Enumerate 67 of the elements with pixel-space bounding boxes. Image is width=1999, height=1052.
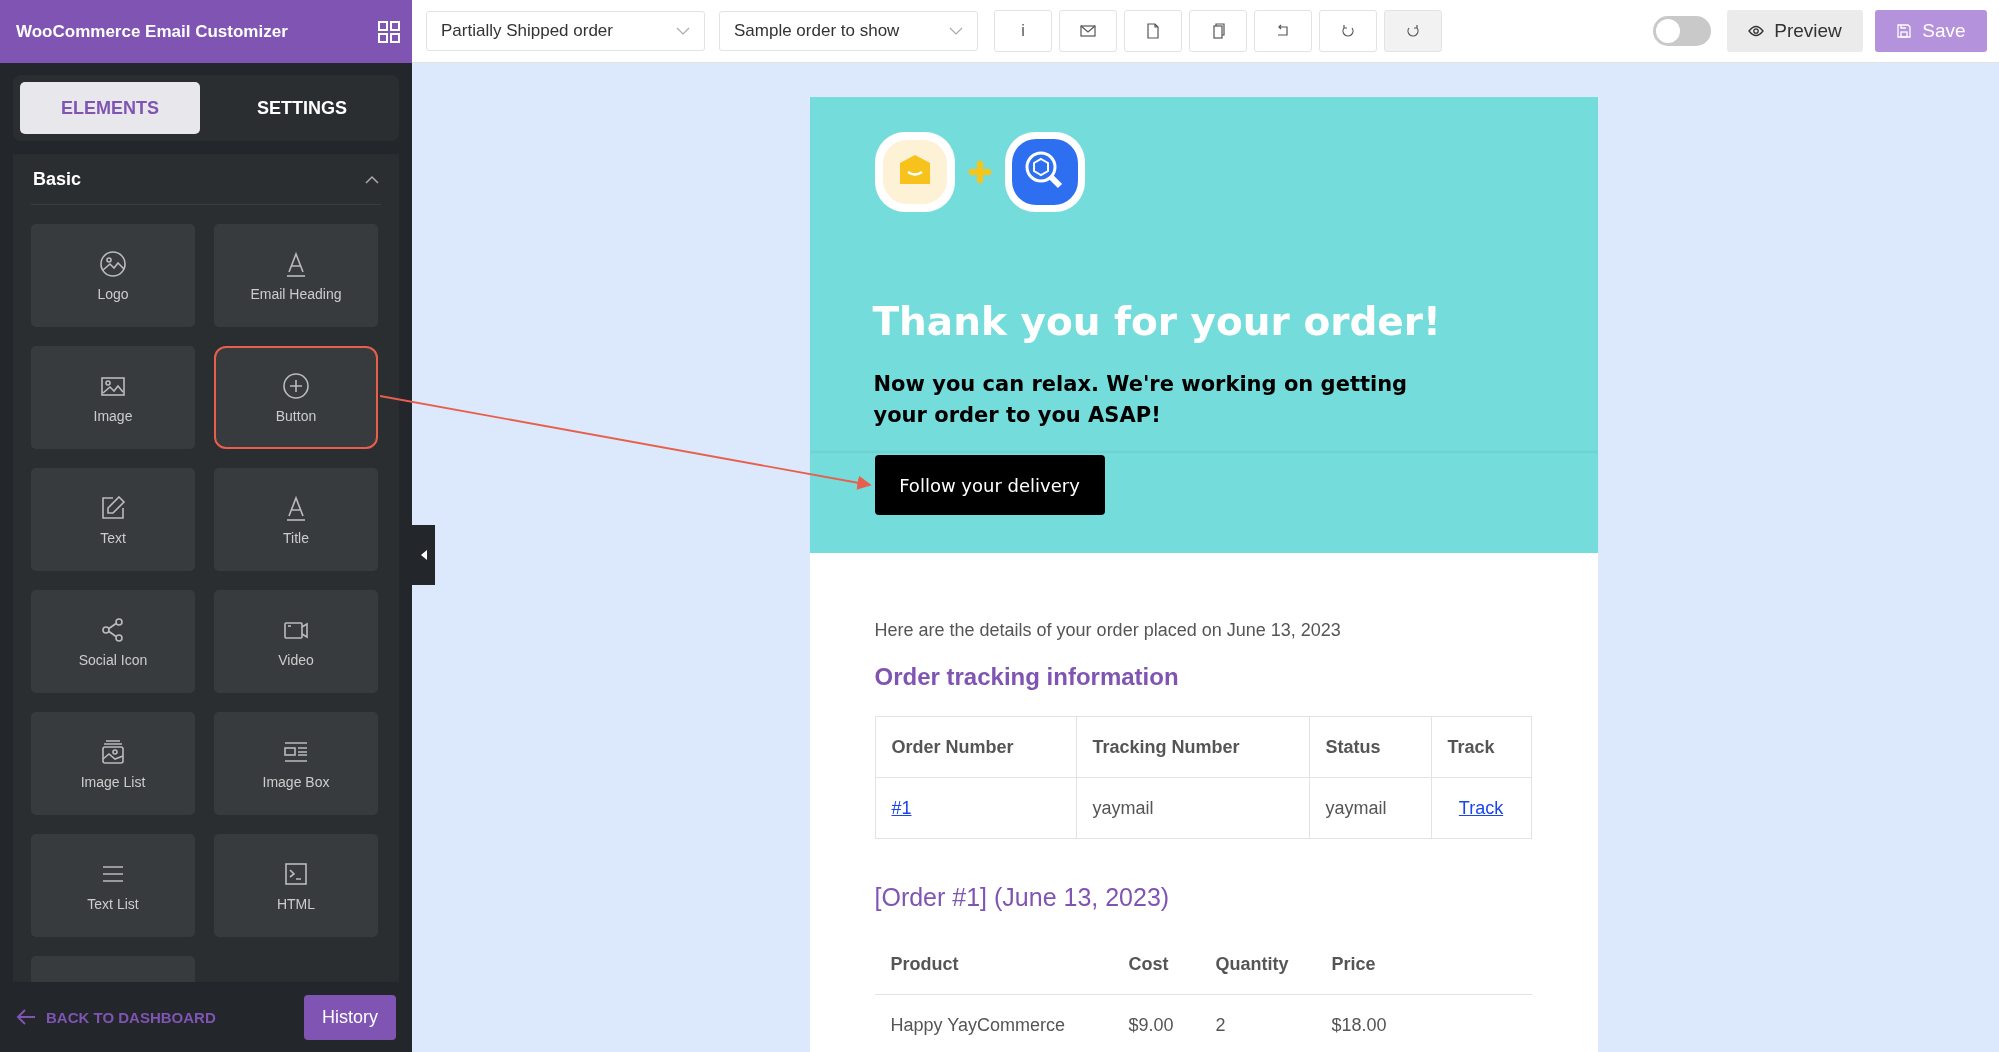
mail-button[interactable] (1059, 10, 1117, 52)
save-icon (1896, 23, 1913, 39)
element-tile[interactable]: Button (214, 346, 378, 449)
email-heading: Thank you for your order! (871, 298, 1442, 344)
history-button[interactable]: History (304, 994, 396, 1040)
table-cell: yaymail (1076, 777, 1309, 839)
email-subheading: Now you can relax. We're working on getting your order to you ASAP! (872, 371, 1409, 429)
element-tile[interactable]: Social Icon (31, 590, 195, 693)
undo-button[interactable] (1319, 10, 1377, 52)
column-header: Tracking Number (1076, 716, 1309, 778)
plus-icon (968, 161, 991, 183)
element-tile[interactable]: Image Box (214, 712, 378, 815)
column-header: Status (1309, 716, 1431, 778)
template-select[interactable]: Partially Shipped order (426, 11, 705, 51)
redo-icon (1404, 22, 1422, 40)
sidebar-tab[interactable]: ELEMENTS (20, 82, 200, 134)
image-stack-icon (99, 737, 127, 766)
element-tile[interactable]: Email Heading (214, 224, 378, 327)
mail-icon (1079, 22, 1097, 40)
track-link[interactable]: Track (1458, 797, 1504, 818)
logo-icon (99, 249, 127, 278)
order-select[interactable]: Sample order to show (719, 11, 978, 51)
sidebar-tab[interactable]: SETTINGS (212, 82, 392, 134)
element-tile[interactable]: Text List (31, 834, 195, 937)
column-header: Product (874, 934, 1113, 995)
table-cell: $9.00 (1112, 994, 1200, 1052)
chevron-down-icon (949, 27, 963, 35)
preview-button[interactable]: Preview (1727, 10, 1863, 52)
grid-icon[interactable] (378, 20, 400, 43)
info-button[interactable]: i (994, 10, 1052, 52)
section-title: Basic (33, 168, 82, 190)
table-cell: $18.00 (1315, 994, 1532, 1052)
column-header: Track (1431, 716, 1531, 778)
arrow-left-icon (16, 1008, 36, 1026)
section-heading: Order tracking information (874, 663, 1180, 691)
element-tile[interactable]: Title (214, 468, 378, 571)
edit-icon (99, 493, 127, 522)
file-icon (1144, 22, 1162, 40)
chevron-down-icon (676, 27, 690, 35)
column-header: Cost (1112, 934, 1200, 995)
element-tile[interactable]: Image List (31, 712, 195, 815)
eye-icon (1748, 25, 1765, 37)
column-header: Price (1315, 934, 1532, 995)
follow-delivery-button[interactable]: Follow your delivery (874, 455, 1105, 515)
order-link[interactable]: #1 (891, 797, 912, 818)
copy-button[interactable] (1189, 10, 1247, 52)
app-title: WooCommerce Email Customizer (16, 21, 288, 42)
table-cell: Happy YayCommerce (874, 994, 1113, 1052)
section-header[interactable]: Basic (31, 154, 381, 205)
plus-circle-icon (282, 371, 310, 400)
undo-icon (1339, 22, 1357, 40)
file-button[interactable] (1124, 10, 1182, 52)
element-tile[interactable]: Text (31, 468, 195, 571)
caret-left-icon (419, 550, 428, 560)
collapse-handle[interactable] (412, 525, 435, 585)
order-heading: [Order #1] (June 13, 2023) (874, 883, 1171, 912)
element-tile[interactable]: Logo (31, 224, 195, 327)
intro-text: Here are the details of your order placed on June 13, 2023 (874, 620, 1342, 641)
element-tile[interactable]: Video (214, 590, 378, 693)
reset-button[interactable] (1254, 10, 1312, 52)
column-header: Quantity (1199, 934, 1316, 995)
table-cell: 2 (1199, 994, 1316, 1052)
element-tile[interactable]: Image (31, 346, 195, 449)
element-tile[interactable]: HTML (214, 834, 378, 937)
toggle-switch[interactable] (1653, 16, 1711, 46)
table-cell: yaymail (1309, 777, 1431, 839)
column-header: Order Number (875, 716, 1076, 778)
